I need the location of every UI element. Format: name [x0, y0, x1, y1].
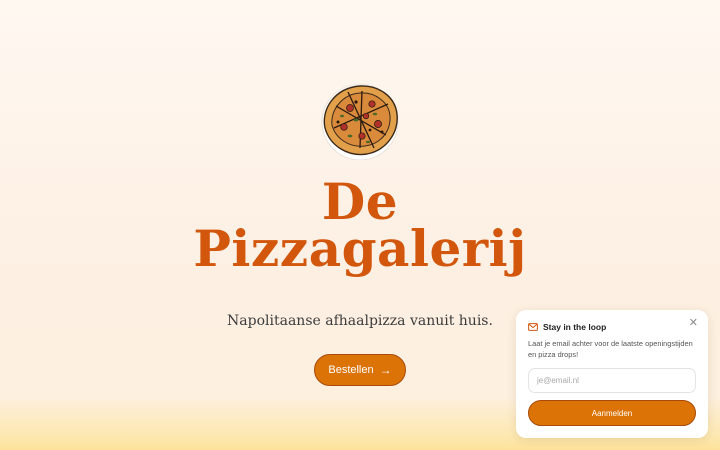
email-input[interactable] — [528, 368, 696, 393]
subscribe-button[interactable]: Aanmelden — [528, 400, 696, 426]
close-icon[interactable]: ✕ — [689, 318, 698, 329]
newsletter-header: Stay in the loop — [528, 322, 606, 332]
newsletter-description: Laat je email achter voor de laatste ope… — [528, 339, 693, 359]
order-button[interactable]: Bestellen → — [314, 354, 406, 386]
order-button-label: Bestellen — [328, 364, 374, 376]
arrow-right-icon: → — [379, 363, 392, 377]
pizza-logo — [320, 80, 400, 161]
mail-icon — [528, 323, 538, 331]
title-line-1: De — [321, 172, 399, 231]
page-title: De Pizzagalerij — [0, 172, 720, 278]
pizza-icon — [321, 83, 399, 161]
title-line-2: Pizzagalerij — [193, 219, 527, 278]
newsletter-popup: Stay in the loop ✕ Laat je email achter … — [516, 310, 708, 438]
newsletter-title: Stay in the loop — [543, 322, 607, 332]
